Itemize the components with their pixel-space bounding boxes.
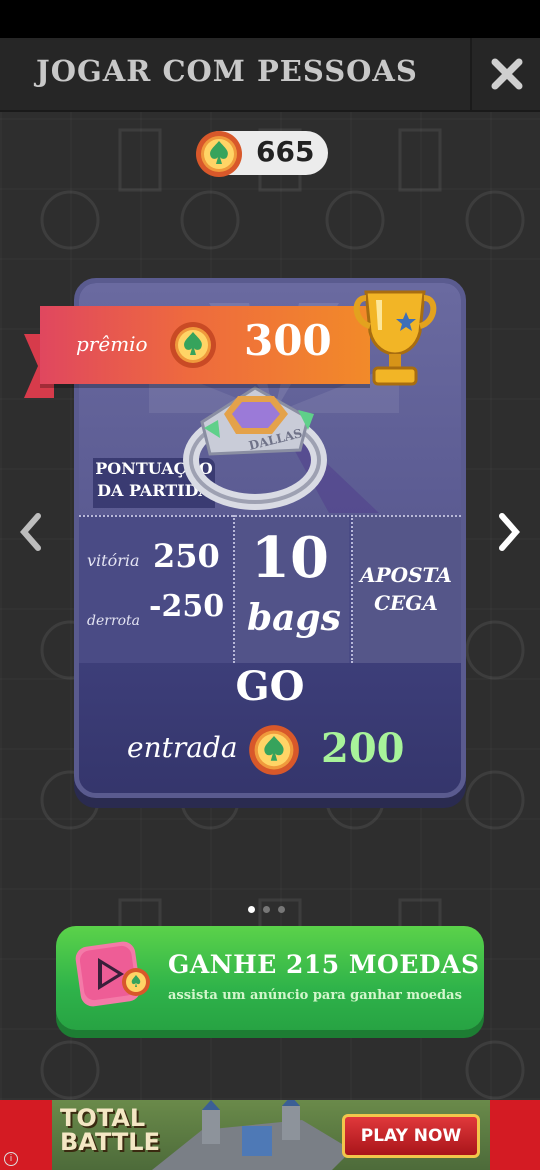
- entry-section: GO entrada 200: [79, 663, 461, 793]
- chevron-left-icon: [20, 513, 41, 551]
- entry-label: entrada: [127, 731, 238, 764]
- ad-info-icon[interactable]: i: [4, 1152, 18, 1166]
- bags-cell: 10 bags: [235, 515, 349, 663]
- watch-ad-button[interactable]: GANHE 215 MOEDAS assista um anúncio para…: [56, 926, 484, 1030]
- go-label: GO: [235, 663, 305, 710]
- bags-word: bags: [247, 597, 341, 639]
- close-icon: [491, 58, 523, 90]
- win-value: 250: [153, 537, 220, 575]
- page-indicator: [248, 898, 293, 917]
- previous-arrow[interactable]: [18, 512, 42, 556]
- coin-icon: [249, 725, 299, 775]
- ad-button-subtitle: assista um anúncio para ganhar moedas: [168, 988, 462, 1003]
- play-now-button[interactable]: PLAY NOW: [342, 1114, 480, 1158]
- coin-icon: [196, 131, 242, 177]
- coin-balance-value: 665: [256, 135, 315, 168]
- close-button[interactable]: [470, 38, 540, 110]
- trophy-icon: [353, 290, 437, 386]
- page-dot[interactable]: [278, 906, 285, 913]
- prize-ribbon: prêmio 300: [40, 306, 370, 384]
- ad-banner-image: TOTAL BATTLE PLAY NOW: [52, 1100, 490, 1170]
- entry-fee-value: 200: [321, 725, 405, 772]
- coin-balance: 665: [196, 131, 328, 177]
- prize-value: 300: [244, 316, 332, 365]
- coin-icon: [170, 322, 216, 368]
- page-dot[interactable]: [263, 906, 270, 913]
- page-title: JOGAR COM PESSOAS: [36, 54, 418, 88]
- play-now-label: PLAY NOW: [360, 1126, 462, 1146]
- championship-ring-icon: DALLAS: [183, 386, 327, 510]
- blind-bid-cell: APOSTA CEGA: [353, 515, 461, 663]
- play-video-icon: [75, 941, 150, 1007]
- chevron-right-icon: [499, 513, 520, 551]
- bags-number: 10: [251, 525, 329, 591]
- win-label: vitória: [87, 551, 140, 570]
- loss-value: -250: [149, 589, 225, 624]
- divider: [79, 515, 461, 517]
- page-dot[interactable]: [248, 906, 255, 913]
- ad-logo-line2: BATTLE: [60, 1128, 160, 1156]
- score-cell: vitória 250 derrota -250: [79, 515, 231, 663]
- blind-bid-line2: CEGA: [374, 591, 438, 615]
- stats-row: vitória 250 derrota -250 10 bags APOSTA …: [79, 515, 461, 663]
- status-bar: [0, 0, 540, 38]
- ad-button-title: GANHE 215 MOEDAS: [168, 950, 480, 979]
- blind-bid-line1: APOSTA: [360, 563, 452, 587]
- header-bar: JOGAR COM PESSOAS: [0, 38, 540, 112]
- loss-label: derrota: [87, 613, 141, 629]
- prize-label: prêmio: [76, 332, 148, 356]
- ad-logo-line1: TOTAL: [60, 1104, 146, 1132]
- next-arrow[interactable]: [498, 512, 522, 556]
- ad-banner[interactable]: TOTAL BATTLE PLAY NOW: [0, 1100, 540, 1170]
- ad-banner-logo: TOTAL BATTLE: [60, 1106, 160, 1154]
